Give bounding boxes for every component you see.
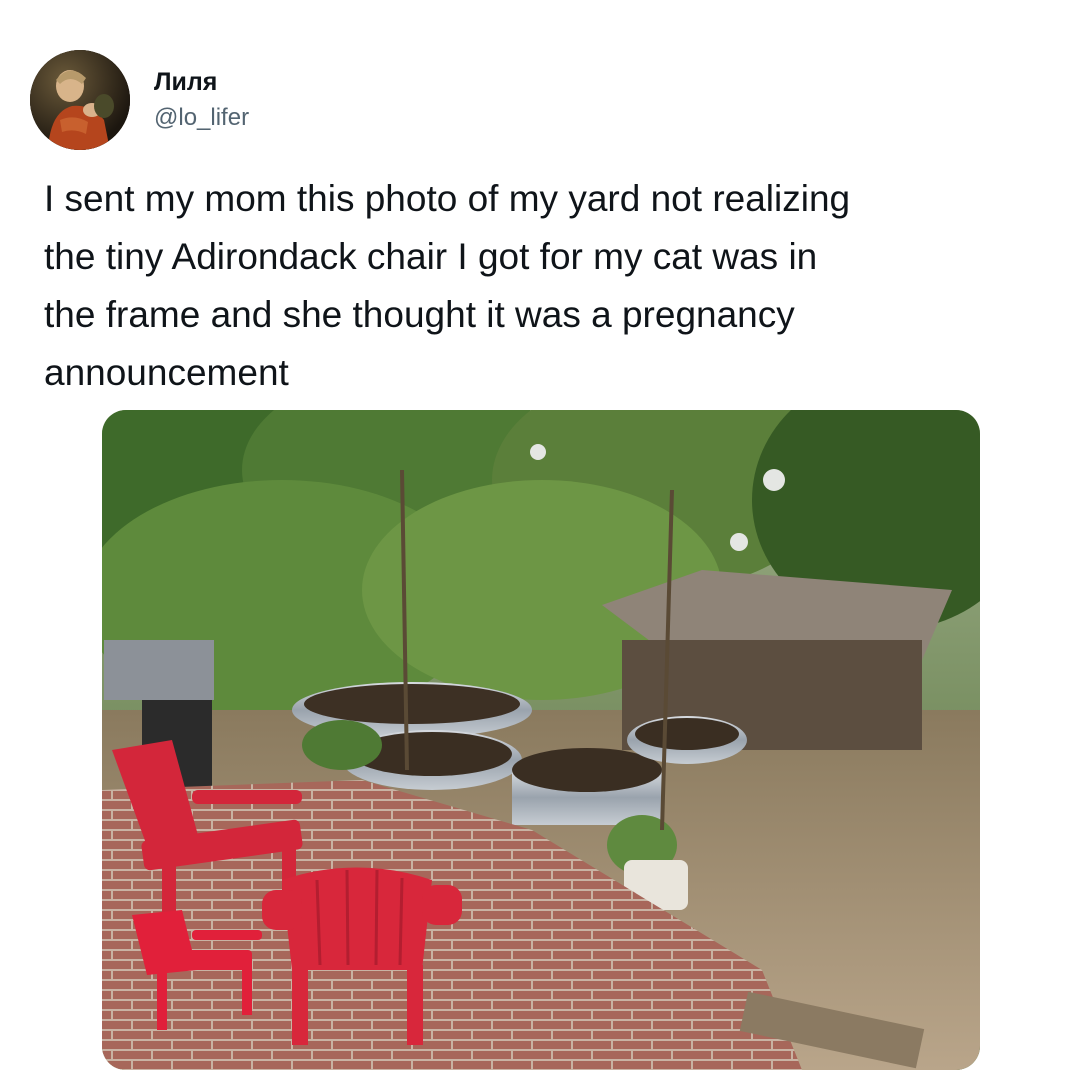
author-display-name[interactable]: Лиля xyxy=(154,66,249,98)
tweet-photo[interactable] xyxy=(102,410,980,1070)
author-names: Лиля @lo_lifer xyxy=(154,66,249,134)
avatar-painting-icon xyxy=(30,50,130,150)
author-handle[interactable]: @lo_lifer xyxy=(154,102,249,134)
tweet-card: Лиля @lo_lifer I sent my mom this photo … xyxy=(0,0,1080,1080)
tweet-header: Лиля @lo_lifer xyxy=(30,38,249,162)
yard-photo xyxy=(102,410,980,1070)
avatar[interactable] xyxy=(30,50,130,150)
tweet-text: I sent my mom this photo of my yard not … xyxy=(44,178,851,393)
